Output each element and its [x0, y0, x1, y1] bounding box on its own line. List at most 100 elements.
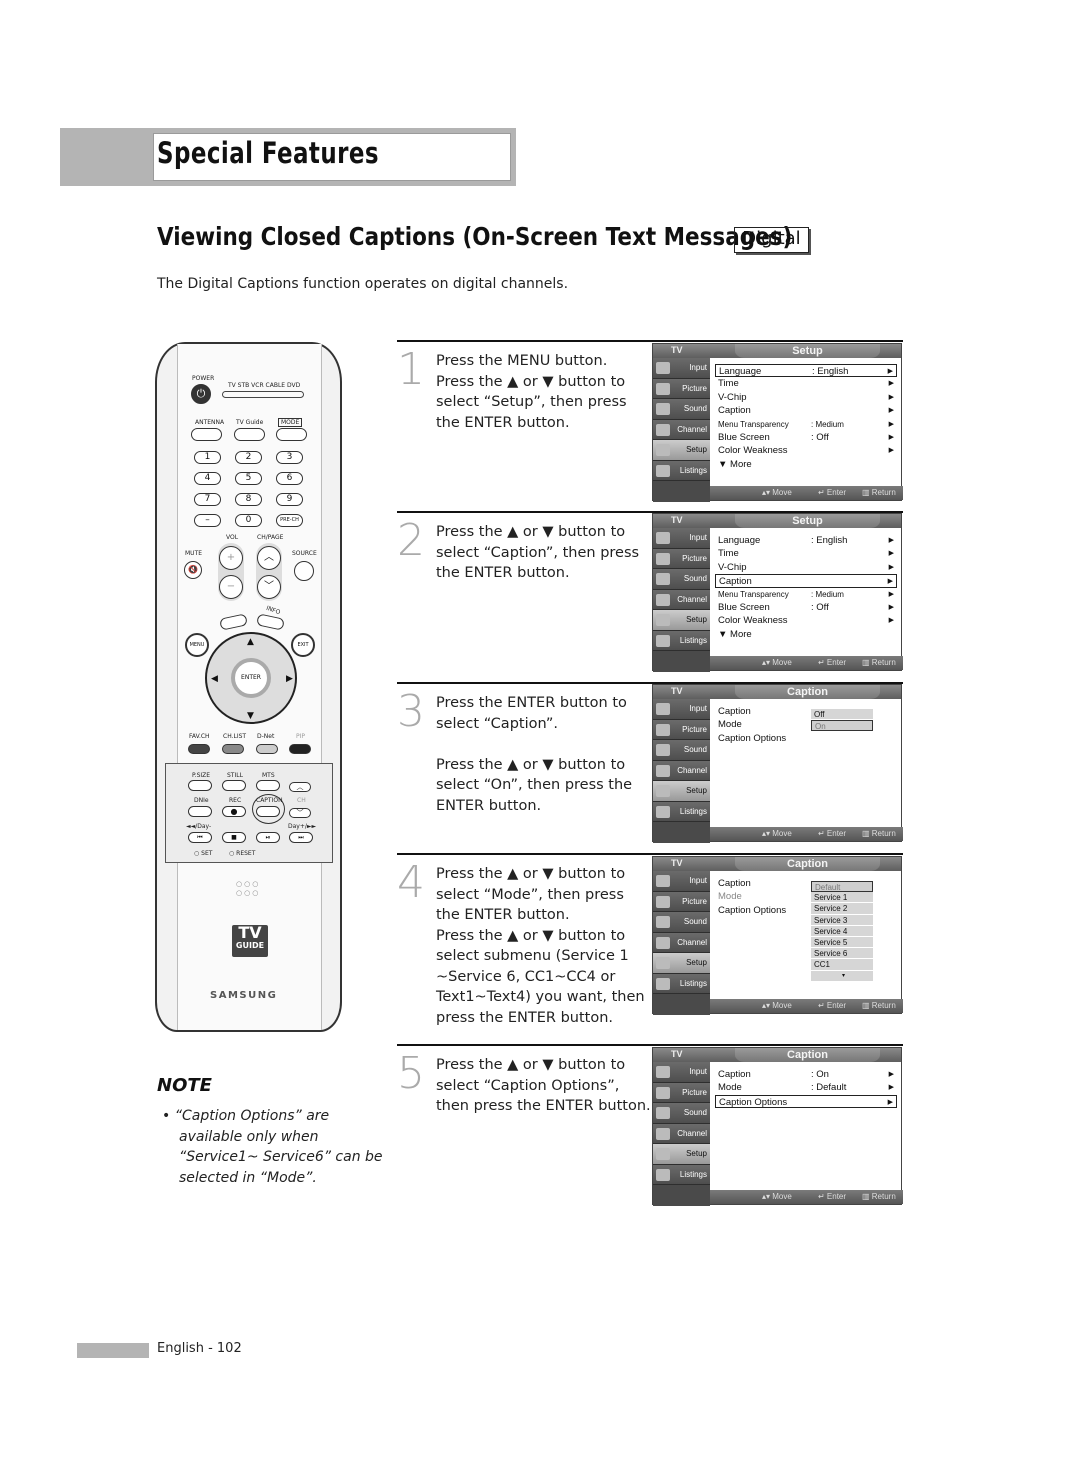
osd-option[interactable]: Service 3: [811, 914, 873, 926]
osd-menu-item[interactable]: Blue Screen: Off ▶: [715, 431, 897, 444]
skip-back-button[interactable]: ⏮: [188, 832, 212, 843]
osd-tab-input[interactable]: Input: [653, 1062, 710, 1083]
source-button[interactable]: [294, 561, 314, 581]
osd-option[interactable]: Service 1: [811, 892, 873, 904]
dash-button[interactable]: –: [194, 514, 221, 527]
osd-menu-item[interactable]: Time ▶: [715, 547, 897, 560]
tvguide-button[interactable]: [234, 428, 265, 441]
menu-button[interactable]: MENU: [185, 633, 209, 657]
osd-menu-item[interactable]: Menu Transparency: Medium ▶: [715, 588, 897, 601]
osd-menu-item[interactable]: Caption Options: [715, 732, 897, 745]
skip-forward-button[interactable]: ⏭: [289, 832, 313, 843]
rec-button[interactable]: ●: [222, 806, 246, 817]
osd-option[interactable]: Default: [811, 881, 873, 893]
digit-button[interactable]: 7: [194, 493, 221, 506]
osd-menu-item[interactable]: Language: English ▶: [715, 534, 897, 547]
power-button[interactable]: ⏻: [191, 384, 211, 404]
osd-menu-item[interactable]: V-Chip ▶: [715, 561, 897, 574]
osd-tab-listings[interactable]: Listings: [653, 1164, 710, 1185]
arrow-left-icon[interactable]: ◀: [211, 674, 218, 684]
pre-ch-button[interactable]: PRE-CH: [276, 514, 303, 527]
ch-up-button[interactable]: ︿: [257, 546, 281, 570]
osd-option[interactable]: ▾: [811, 970, 873, 982]
dnet-button[interactable]: [256, 744, 278, 754]
osd-tab-channel[interactable]: Channel: [653, 760, 710, 781]
osd-menu-item[interactable]: Caption Options ▶: [715, 1094, 897, 1109]
osd-menu-item[interactable]: Language: English ▶: [715, 364, 897, 378]
stop-button[interactable]: ■: [222, 832, 246, 843]
arrow-up-icon[interactable]: ▲: [247, 637, 254, 647]
osd-menu-item[interactable]: Blue Screen: Off ▶: [715, 601, 897, 614]
osd-tab-channel[interactable]: Channel: [653, 932, 710, 953]
osd-tab-listings[interactable]: Listings: [653, 460, 710, 481]
osd-option[interactable]: CC1: [811, 959, 873, 971]
vol-down-button[interactable]: −: [219, 575, 243, 599]
digit-button[interactable]: 0: [235, 514, 262, 527]
osd-tab-picture[interactable]: Picture: [653, 719, 710, 740]
ch-down-button[interactable]: ﹀: [257, 575, 281, 599]
digit-button[interactable]: 3: [276, 451, 303, 464]
vol-up-button[interactable]: +: [219, 546, 243, 570]
osd-option[interactable]: Off: [811, 709, 873, 721]
pip-button[interactable]: [289, 744, 311, 754]
osd-tab-input[interactable]: Input: [653, 528, 710, 549]
osd-tab-input[interactable]: Input: [653, 699, 710, 720]
ch-up-small-button[interactable]: ︿: [289, 782, 311, 792]
osd-menu-item[interactable]: Caption ▶: [715, 404, 897, 417]
osd-option[interactable]: Service 2: [811, 903, 873, 915]
osd-menu-item[interactable]: ▼ More: [715, 628, 897, 641]
osd-tab-sound[interactable]: Sound: [653, 740, 710, 761]
ch-down-small-button[interactable]: ﹀: [289, 808, 311, 818]
osd-menu-item[interactable]: Mode: Default ▶: [715, 1081, 897, 1094]
osd-tab-picture[interactable]: Picture: [653, 378, 710, 399]
digit-button[interactable]: 5: [235, 472, 262, 485]
navigation-dpad[interactable]: ▲ ▼ ◀ ▶ ENTER: [205, 632, 297, 724]
osd-menu-item[interactable]: ▼ More: [715, 458, 897, 471]
osd-tab-setup[interactable]: Setup: [653, 1144, 710, 1165]
dnie-button[interactable]: [188, 806, 212, 817]
osd-tab-input[interactable]: Input: [653, 871, 710, 892]
osd-tab-picture[interactable]: Picture: [653, 891, 710, 912]
osd-tab-listings[interactable]: Listings: [653, 630, 710, 651]
osd-tab-picture[interactable]: Picture: [653, 548, 710, 569]
arrow-down-icon[interactable]: ▼: [247, 711, 254, 721]
osd-tab-listings[interactable]: Listings: [653, 801, 710, 822]
osd-tab-sound[interactable]: Sound: [653, 569, 710, 590]
digit-button[interactable]: 8: [235, 493, 262, 506]
osd-menu-item[interactable]: Color Weakness ▶: [715, 614, 897, 627]
mts-button[interactable]: [256, 780, 280, 791]
osd-option[interactable]: Service 6: [811, 948, 873, 960]
digit-button[interactable]: 6: [276, 472, 303, 485]
antenna-button[interactable]: [191, 428, 222, 441]
osd-tab-setup[interactable]: Setup: [653, 440, 710, 461]
play-pause-button[interactable]: ⏯: [256, 832, 280, 843]
osd-tab-setup[interactable]: Setup: [653, 610, 710, 631]
osd-menu-item[interactable]: Color Weakness ▶: [715, 444, 897, 457]
mute-button[interactable]: 🔇: [184, 561, 202, 579]
osd-tab-sound[interactable]: Sound: [653, 1103, 710, 1124]
osd-tab-channel[interactable]: Channel: [653, 589, 710, 610]
osd-menu-item[interactable]: Caption: On ▶: [715, 1068, 897, 1081]
osd-option[interactable]: Service 5: [811, 936, 873, 949]
osd-tab-channel[interactable]: Channel: [653, 419, 710, 440]
exit-button[interactable]: EXIT: [291, 633, 315, 657]
digit-button[interactable]: 2: [235, 451, 262, 464]
osd-option[interactable]: Service 4: [811, 925, 873, 937]
osd-menu-item[interactable]: Menu Transparency: Medium ▶: [715, 418, 897, 431]
digit-button[interactable]: 1: [194, 451, 221, 464]
osd-tab-input[interactable]: Input: [653, 358, 710, 379]
osd-tab-setup[interactable]: Setup: [653, 781, 710, 802]
osd-tab-picture[interactable]: Picture: [653, 1082, 710, 1103]
mode-button[interactable]: [276, 428, 307, 441]
osd-menu-item[interactable]: V-Chip ▶: [715, 391, 897, 404]
arrow-right-icon[interactable]: ▶: [286, 674, 293, 684]
osd-menu-item[interactable]: Time ▶: [715, 377, 897, 390]
psize-button[interactable]: [188, 780, 212, 791]
osd-tab-setup[interactable]: Setup: [653, 953, 710, 974]
chlist-button[interactable]: [222, 744, 244, 754]
osd-tab-sound[interactable]: Sound: [653, 912, 710, 933]
osd-option[interactable]: On: [811, 720, 873, 732]
osd-menu-item[interactable]: Caption ▶: [715, 574, 897, 588]
digit-button[interactable]: 4: [194, 472, 221, 485]
osd-tab-sound[interactable]: Sound: [653, 399, 710, 420]
